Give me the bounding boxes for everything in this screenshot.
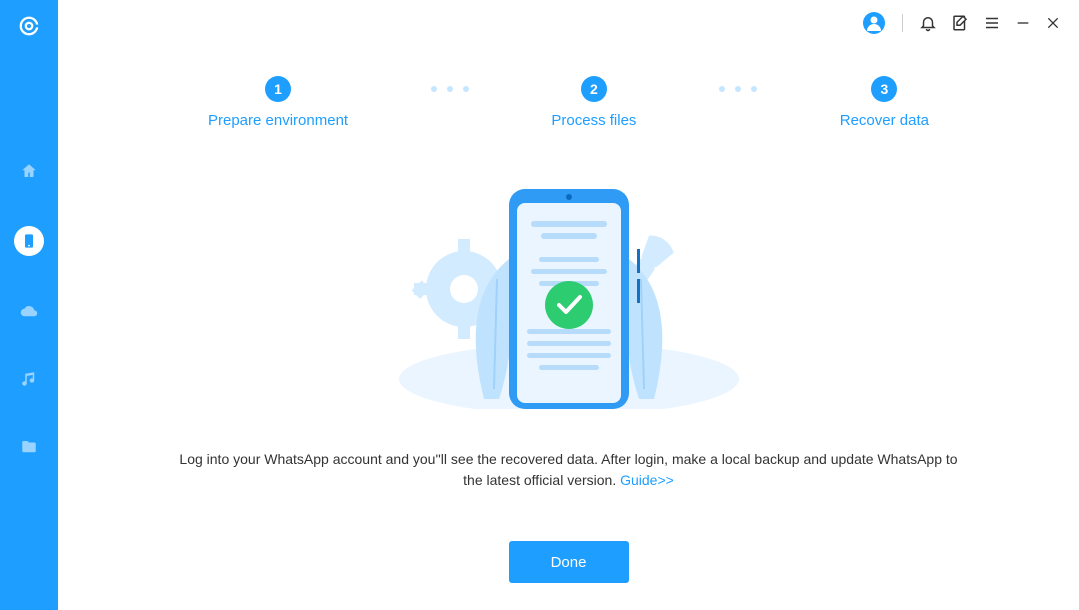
bell-icon[interactable]: [919, 14, 937, 32]
steps-row: 1 Prepare environment 2 Process files 3 …: [58, 46, 1079, 139]
step-1-label: Prepare environment: [208, 112, 348, 129]
step-2: 2 Process files: [551, 76, 636, 129]
main-area: 1 Prepare environment 2 Process files 3 …: [58, 0, 1079, 610]
success-illustration: [58, 179, 1079, 409]
feedback-icon[interactable]: [951, 14, 969, 32]
step-3-number: 3: [871, 76, 897, 102]
titlebar-divider: [902, 14, 903, 32]
sidebar: [0, 0, 58, 610]
nav-folder[interactable]: [16, 434, 42, 460]
nav-cloud[interactable]: [16, 298, 42, 324]
step-separator-1: [431, 86, 469, 92]
close-icon[interactable]: [1045, 15, 1061, 31]
step-1-number: 1: [265, 76, 291, 102]
nav-phone[interactable]: [14, 226, 44, 256]
instruction-body: Log into your WhatsApp account and you''…: [179, 451, 957, 488]
menu-icon[interactable]: [983, 14, 1001, 32]
guide-link[interactable]: Guide>>: [620, 472, 674, 488]
done-button[interactable]: Done: [509, 541, 629, 583]
app-logo-icon: [17, 14, 41, 38]
instruction-text: Log into your WhatsApp account and you''…: [58, 449, 1079, 491]
account-icon[interactable]: [862, 11, 886, 35]
step-1: 1 Prepare environment: [208, 76, 348, 129]
step-3-label: Recover data: [840, 112, 929, 129]
minimize-icon[interactable]: [1015, 15, 1031, 31]
step-2-number: 2: [581, 76, 607, 102]
step-2-label: Process files: [551, 112, 636, 129]
actions-row: Done: [58, 541, 1079, 583]
step-3: 3 Recover data: [840, 76, 929, 129]
nav-home[interactable]: [16, 158, 42, 184]
titlebar: [58, 0, 1079, 46]
step-separator-2: [719, 86, 757, 92]
nav-music[interactable]: [16, 366, 42, 392]
